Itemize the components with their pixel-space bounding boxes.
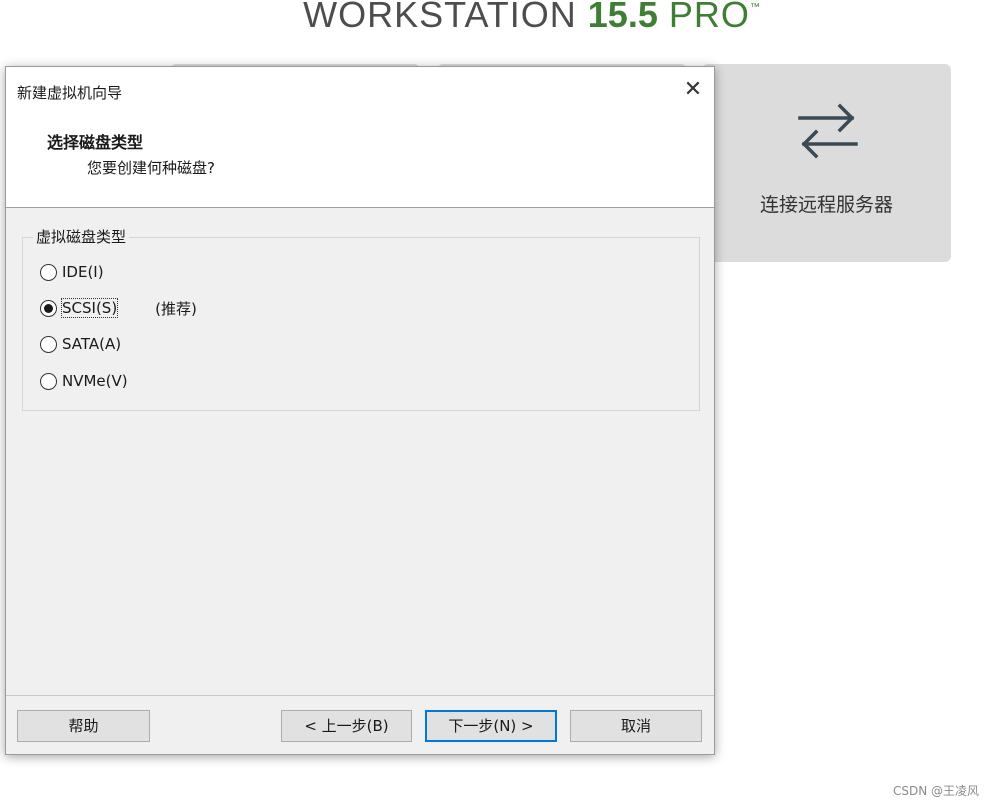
disk-type-groupbox: 虚拟磁盘类型 IDE(I) SCSI(S) (推荐) SATA(A) NVMe(… (22, 226, 700, 411)
radio-button-ide[interactable] (40, 263, 57, 281)
back-button[interactable]: < 上一步(B) (281, 710, 412, 742)
radio-button-scsi[interactable] (40, 299, 57, 317)
page-subtitle: 您要创建何种磁盘? (87, 159, 215, 177)
radio-button-sata[interactable] (40, 335, 57, 353)
watermark: CSDN @王凌风 (892, 784, 979, 798)
radio-label-scsi: SCSI(S) (60, 298, 119, 318)
home-card-connect-remote[interactable]: 连接远程服务器 (702, 64, 951, 262)
cancel-button[interactable]: 取消 (570, 710, 702, 742)
groupbox-label: 虚拟磁盘类型 (33, 226, 130, 247)
radio-button-nvme[interactable] (40, 372, 57, 390)
page-title: 选择磁盘类型 (47, 133, 144, 152)
swap-arrows-icon (798, 103, 858, 159)
footer-divider (6, 695, 714, 696)
radio-sata[interactable]: SATA(A) (40, 332, 121, 356)
brand-edition: PRO (657, 0, 750, 35)
remote-card-label: 连接远程服务器 (759, 194, 893, 216)
radio-scsi[interactable]: SCSI(S) (推荐) (40, 296, 197, 320)
close-icon[interactable]: ✕ (678, 75, 708, 105)
new-vm-wizard-dialog: 新建虚拟机向导 ✕ 选择磁盘类型 您要创建何种磁盘? 虚拟磁盘类型 IDE(I)… (5, 66, 715, 755)
radio-nvme[interactable]: NVMe(V) (40, 369, 128, 393)
product-brand: WORKSTATION 15.5 PRO™ (0, 0, 993, 36)
dialog-title: 新建虚拟机向导 (17, 84, 123, 102)
brand-version: 15.5 (587, 0, 658, 35)
recommended-note: (推荐) (155, 299, 197, 318)
radio-ide[interactable]: IDE(I) (40, 260, 104, 284)
brand-name: WORKSTATION (303, 0, 588, 35)
brand-trademark: ™ (749, 2, 761, 13)
help-button[interactable]: 帮助 (17, 710, 150, 742)
radio-label-sata: SATA(A) (62, 335, 122, 353)
next-button[interactable]: 下一步(N) > (425, 710, 557, 742)
radio-label-nvme: NVMe(V) (62, 372, 128, 390)
dialog-header: 新建虚拟机向导 ✕ 选择磁盘类型 您要创建何种磁盘? (6, 67, 714, 208)
radio-label-ide: IDE(I) (62, 263, 104, 281)
